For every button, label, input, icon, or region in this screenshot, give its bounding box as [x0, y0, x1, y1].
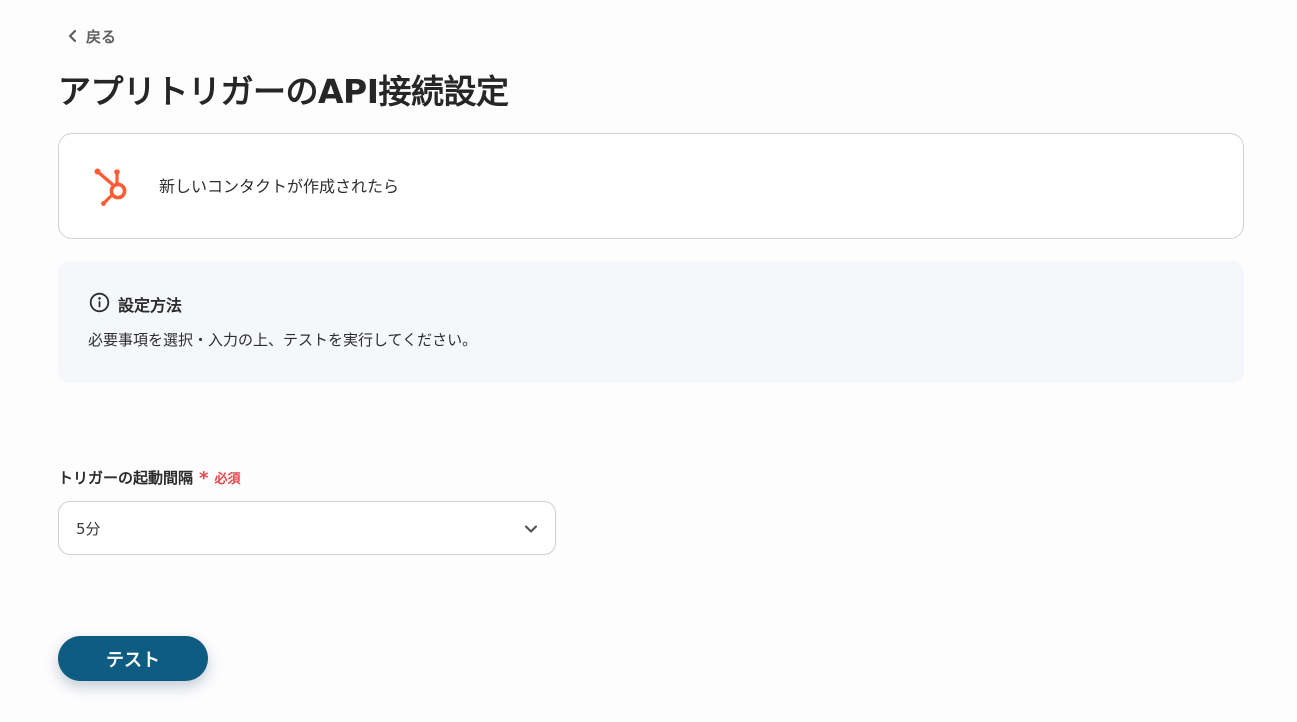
- interval-select[interactable]: 5分: [58, 501, 556, 555]
- required-text: 必須: [214, 471, 241, 487]
- trigger-card: 新しいコンタクトが作成されたら: [58, 133, 1244, 239]
- info-heading: 設定方法: [118, 295, 183, 315]
- interval-select-value: 5分: [76, 520, 101, 538]
- info-box: 設定方法 必要事項を選択・入力の上、テストを実行してください。: [58, 261, 1244, 383]
- back-link[interactable]: 戻る: [66, 24, 116, 48]
- back-label: 戻る: [86, 27, 117, 46]
- info-body: 必要事項を選択・入力の上、テストを実行してください。: [88, 331, 478, 349]
- interval-label: トリガーの起動間隔: [58, 468, 194, 487]
- test-button[interactable]: テスト: [58, 636, 208, 681]
- interval-field-label: トリガーの起動間隔 * 必須: [58, 466, 240, 488]
- required-mark: *: [199, 468, 209, 489]
- page-title: アプリトリガーのAPI接続設定: [58, 72, 509, 111]
- trigger-label: 新しいコンタクトが作成されたら: [159, 177, 400, 196]
- info-icon: [89, 292, 110, 319]
- hubspot-icon: [93, 167, 133, 207]
- page: 戻る アプリトリガーのAPI接続設定 新しいコンタクトが作成されたら 設定方法 …: [0, 0, 1297, 722]
- info-heading-row: 設定方法: [89, 292, 182, 319]
- chevron-left-icon: [66, 29, 80, 43]
- chevron-down-icon: [523, 521, 539, 541]
